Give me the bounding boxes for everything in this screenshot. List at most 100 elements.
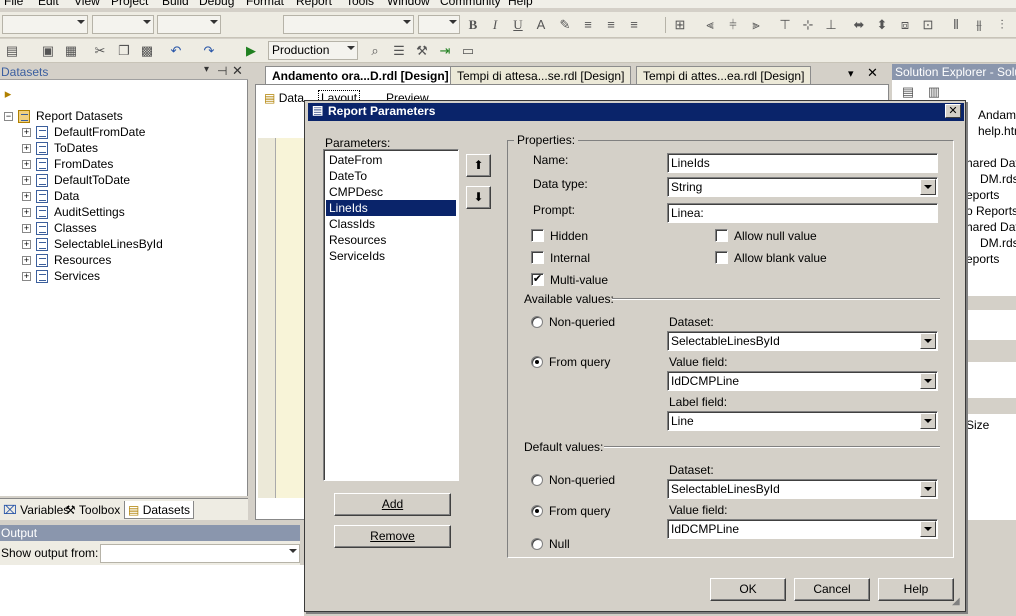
tree-item-defaultfromdate[interactable]: + DefaultFromDate <box>22 124 145 140</box>
same-size-icon[interactable]: ⧈ <box>897 17 913 33</box>
parameter-item[interactable]: ServiceIds <box>326 248 456 264</box>
menu-edit[interactable]: Edit <box>38 0 59 8</box>
remove-button[interactable]: Remove <box>334 525 451 548</box>
default-dataset-dropdown[interactable]: SelectableLinesById <box>667 479 938 499</box>
cut-icon[interactable]: ✂ <box>92 43 108 59</box>
solution-item[interactable]: o Reports <box>966 204 1016 218</box>
available-dataset-dropdown[interactable]: SelectableLinesById <box>667 331 938 351</box>
tree-item-auditsettings[interactable]: + AuditSettings <box>22 204 125 220</box>
prompt-field[interactable]: Linea: <box>667 203 938 223</box>
find-icon[interactable]: ⌕ <box>367 43 383 59</box>
default-nonqueried-radio[interactable] <box>531 474 543 486</box>
align-center-icon[interactable]: ≡ <box>603 17 619 33</box>
tree-item-services[interactable]: + Services <box>22 268 100 284</box>
doc-tab-tempi-1[interactable]: Tempi di attesa...se.rdl [Design] <box>450 66 632 84</box>
allow-null-checkbox[interactable] <box>715 229 728 242</box>
available-value-field-dropdown[interactable]: IdDCMPLine <box>667 371 938 391</box>
same-height-icon[interactable]: ⬍ <box>874 17 890 33</box>
parameter-item[interactable]: DateFrom <box>326 152 456 168</box>
allow-blank-checkbox[interactable] <box>715 251 728 264</box>
menu-debug[interactable]: Debug <box>199 0 234 8</box>
hidden-checkbox[interactable] <box>531 229 544 242</box>
size-to-grid-icon[interactable]: ⊡ <box>920 17 936 33</box>
available-fromquery-radio[interactable] <box>531 356 543 368</box>
solution-item[interactable]: DM.rds <box>980 172 1016 186</box>
report-body[interactable] <box>276 138 304 498</box>
undo-icon[interactable]: ↶ <box>168 43 184 59</box>
align-centers-icon[interactable]: ⫩ <box>725 17 741 33</box>
properties-icon[interactable]: ☰ <box>391 43 407 59</box>
export-icon[interactable]: ⇥ <box>437 43 453 59</box>
layout-grid-icon[interactable]: ⊞ <box>672 17 688 33</box>
solution-item[interactable]: eports <box>966 252 999 266</box>
doc-close-icon[interactable]: ✕ <box>867 65 878 81</box>
highlight-icon[interactable]: ✎ <box>557 17 573 33</box>
solution-item[interactable]: eports <box>966 188 999 202</box>
menu-help[interactable]: Help <box>508 0 533 8</box>
parameters-list[interactable]: DateFrom DateTo CMPDesc LineIds ClassIds… <box>323 149 459 481</box>
menu-window[interactable]: Window <box>387 0 430 8</box>
move-down-button[interactable]: ⬇ <box>466 186 491 209</box>
menu-community[interactable]: Community <box>440 0 501 8</box>
default-fromquery-radio[interactable] <box>531 505 543 517</box>
menu-report[interactable]: Report <box>296 0 332 8</box>
designer-tab-data[interactable]: ▤ Data <box>264 91 304 105</box>
available-nonqueried-radio[interactable] <box>531 316 543 328</box>
font-name-combo[interactable] <box>283 15 414 34</box>
tree-item-fromdates[interactable]: + FromDates <box>22 156 113 172</box>
window-icon[interactable]: ▭ <box>460 43 476 59</box>
start-debug-icon[interactable]: ▶ <box>243 43 259 59</box>
add-button[interactable]: Add <box>334 493 451 516</box>
tree-item-selectablelinesbyid[interactable]: + SelectableLinesById <box>22 236 163 252</box>
parameter-item[interactable]: DateTo <box>326 168 456 184</box>
parameter-item[interactable]: CMPDesc <box>326 184 456 200</box>
decrease-spacing-icon[interactable]: ⫶ <box>994 17 1010 33</box>
tree-root[interactable]: − Report Datasets <box>4 108 123 124</box>
save-all-icon[interactable]: ▦ <box>63 43 79 59</box>
size-combo[interactable] <box>157 15 221 34</box>
tab-datasets[interactable]: ▤ Datasets <box>124 501 195 519</box>
solution-item[interactable]: hared Dat <box>966 156 1016 170</box>
resize-grip-icon[interactable]: ◢ <box>952 596 960 607</box>
align-bottoms-icon[interactable]: ⊥ <box>823 17 839 33</box>
paste-icon[interactable]: ▩ <box>139 43 155 59</box>
h-spacing-icon[interactable]: ⫴ <box>948 17 964 33</box>
toolbox-icon[interactable]: ⚒ <box>414 43 430 59</box>
tree-item-classes[interactable]: + Classes <box>22 220 97 236</box>
menu-tools[interactable]: Tools <box>346 0 374 8</box>
doc-tab-tempi-2[interactable]: Tempi di attes...ea.rdl [Design] <box>636 66 812 84</box>
new-project-icon[interactable]: ▤ <box>4 43 20 59</box>
dialog-close-button[interactable]: ✕ <box>945 104 961 118</box>
solution-item[interactable]: hared Dat <box>966 220 1016 234</box>
datatype-dropdown[interactable]: String <box>667 177 938 197</box>
same-width-icon[interactable]: ⬌ <box>851 17 867 33</box>
align-middles-icon[interactable]: ⊹ <box>800 17 816 33</box>
solution-config-combo[interactable]: Production <box>268 41 358 60</box>
name-field[interactable]: LineIds <box>667 153 938 173</box>
menu-file[interactable]: File <box>4 0 23 8</box>
increase-spacing-icon[interactable]: ⫵ <box>971 17 987 33</box>
align-right-icon[interactable]: ≡ <box>626 17 642 33</box>
default-null-radio[interactable] <box>531 538 543 550</box>
internal-checkbox[interactable] <box>531 251 544 264</box>
pin-icon[interactable]: ⊣ <box>217 64 227 78</box>
tree-item-defaulttodate[interactable]: + DefaultToDate <box>22 172 130 188</box>
doc-list-icon[interactable]: ▾ <box>848 67 854 80</box>
font-color-icon[interactable]: A <box>533 17 549 33</box>
align-tops-icon[interactable]: ⊤ <box>777 17 793 33</box>
doc-tab-andamento[interactable]: Andamento ora...D.rdl [Design] <box>265 66 456 84</box>
show-all-files-icon[interactable]: ▥ <box>926 84 942 100</box>
help-button[interactable]: Help <box>878 578 954 601</box>
label-field-dropdown[interactable]: Line <box>667 411 938 431</box>
tree-item-todates[interactable]: + ToDates <box>22 140 98 156</box>
parameter-item-selected[interactable]: LineIds <box>326 200 456 216</box>
redo-icon[interactable]: ↷ <box>201 43 217 59</box>
underline-icon[interactable]: U <box>510 17 526 33</box>
font-size-combo[interactable] <box>418 15 460 34</box>
show-output-combo[interactable] <box>100 544 300 563</box>
align-left-icon[interactable]: ≡ <box>580 17 596 33</box>
parameter-item[interactable]: Resources <box>326 232 456 248</box>
move-up-button[interactable]: ⬆ <box>466 154 491 177</box>
align-lefts-icon[interactable]: ⫷ <box>702 17 718 33</box>
solution-item[interactable]: help.htm <box>978 124 1016 138</box>
